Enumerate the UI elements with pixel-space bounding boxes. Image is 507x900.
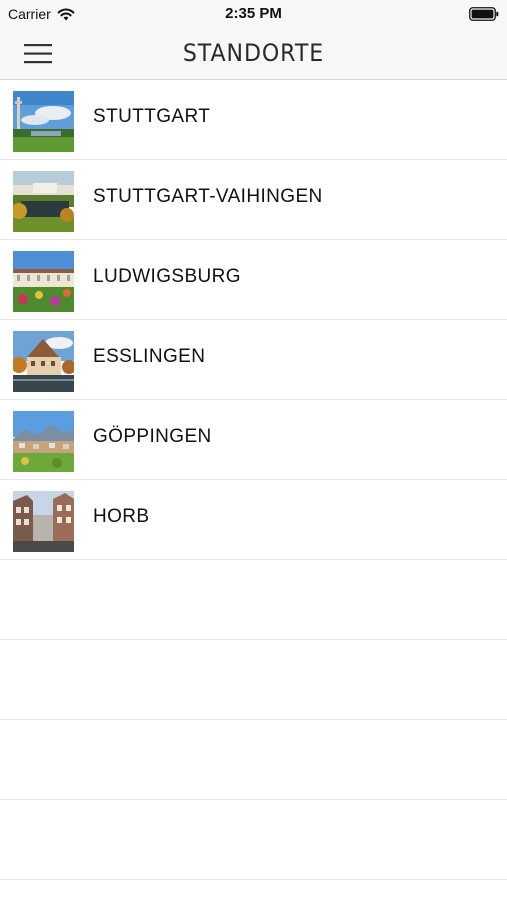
location-row-esslingen[interactable]: ESSLINGEN — [0, 320, 507, 400]
location-name: GÖPPINGEN — [93, 426, 212, 447]
status-bar: Carrier 2:35 PM — [0, 0, 507, 28]
location-row-ludwigsburg[interactable]: LUDWIGSBURG — [0, 240, 507, 320]
esslingen-photo — [13, 331, 74, 392]
page-title: STANDORTE — [182, 39, 325, 67]
location-name: HORB — [93, 506, 150, 527]
stuttgart-photo — [13, 91, 74, 152]
location-name: STUTTGART — [93, 106, 211, 127]
location-row-stuttgart[interactable]: STUTTGART — [0, 80, 507, 160]
location-row-stuttgart-vaihingen[interactable]: STUTTGART-VAIHINGEN — [0, 160, 507, 240]
screen: Carrier 2:35 PM STANDORTE STUTTGART STUT… — [0, 0, 507, 900]
ludwigsburg-photo — [13, 251, 74, 312]
location-row-goeppingen[interactable]: GÖPPINGEN — [0, 400, 507, 480]
location-list: STUTTGART STUTTGART-VAIHINGEN LUDWIGSBUR… — [0, 80, 507, 880]
empty-row — [0, 560, 507, 640]
stuttgart-vaihingen-photo — [13, 171, 74, 232]
location-name: STUTTGART-VAIHINGEN — [93, 186, 323, 207]
navigation-bar: STANDORTE — [0, 28, 507, 80]
horb-photo — [13, 491, 74, 552]
location-row-horb[interactable]: HORB — [0, 480, 507, 560]
status-time: 2:35 PM — [225, 5, 282, 22]
empty-row — [0, 720, 507, 800]
empty-row — [0, 640, 507, 720]
battery-full-icon — [469, 7, 499, 21]
location-name: LUDWIGSBURG — [93, 266, 241, 287]
empty-row — [0, 800, 507, 880]
location-name: ESSLINGEN — [93, 346, 206, 367]
goeppingen-photo — [13, 411, 74, 472]
